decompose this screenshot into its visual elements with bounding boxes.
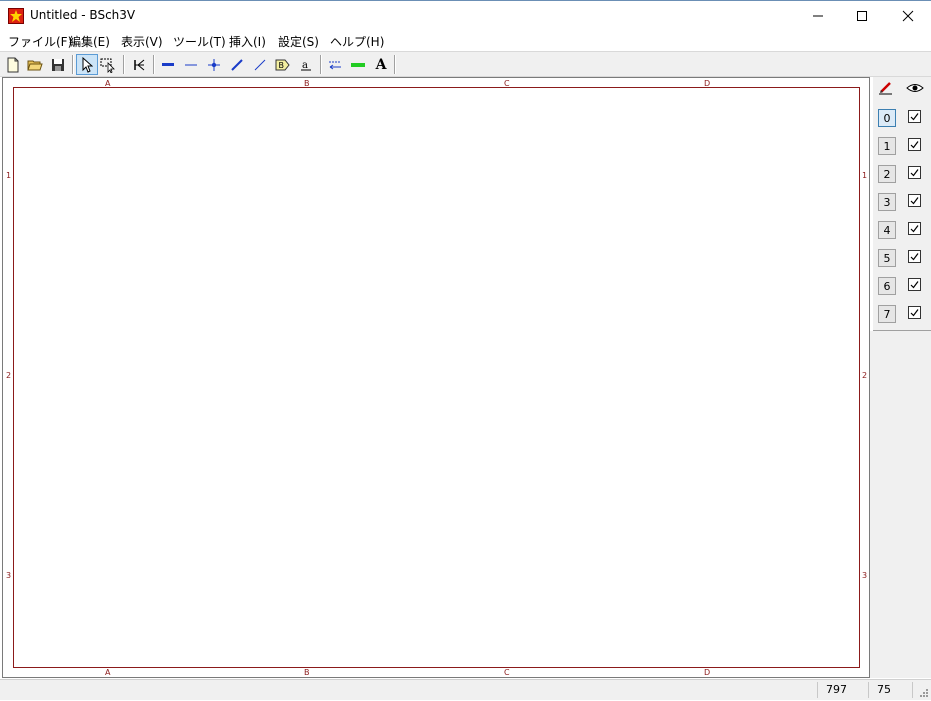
status-separator — [817, 682, 818, 698]
layer-1-visible-checkbox[interactable] — [908, 138, 921, 151]
layer-6-button[interactable]: 6 — [878, 277, 896, 295]
menu-insert[interactable]: 挿入(I) — [229, 33, 266, 50]
marker-line-icon[interactable] — [347, 54, 369, 75]
column-label-top-b: B — [304, 79, 310, 88]
layer-0-visible-checkbox[interactable] — [908, 110, 921, 123]
toolbar-separator — [153, 55, 155, 74]
pencil-edit-icon — [878, 81, 894, 98]
row-label-right-3: 3 — [862, 571, 868, 580]
tag-icon[interactable]: B — [272, 54, 294, 75]
new-file-icon[interactable] — [2, 54, 24, 75]
status-y-coordinate: 75 — [877, 683, 891, 696]
status-x-coordinate: 797 — [826, 683, 847, 696]
svg-text:a: a — [302, 60, 308, 71]
layer-5-visible-checkbox[interactable] — [908, 250, 921, 263]
wire-icon[interactable] — [180, 54, 202, 75]
layer-1-label: 1 — [883, 139, 891, 153]
menu-settings[interactable]: 設定(S) — [278, 33, 319, 50]
layer-3-visible-checkbox[interactable] — [908, 194, 921, 207]
layer-5-label: 5 — [883, 251, 891, 265]
toolbar-separator — [72, 55, 74, 74]
row-label-left-2: 2 — [6, 371, 12, 380]
title-bar: Untitled - BSch3V — [0, 0, 931, 31]
toolbar-separator — [394, 55, 396, 74]
layer-0-button[interactable]: 0 — [878, 109, 896, 127]
layer-0-label: 0 — [883, 111, 891, 125]
toolbar-separator — [123, 55, 125, 74]
column-label-bottom-a: A — [105, 668, 111, 677]
label-icon[interactable]: a — [295, 54, 317, 75]
side-panel-background — [870, 331, 931, 678]
column-label-top-c: C — [504, 79, 510, 88]
minimize-button[interactable] — [795, 1, 841, 31]
layer-2-label: 2 — [883, 167, 891, 181]
bus-entry-icon[interactable] — [226, 54, 248, 75]
layer-7-visible-checkbox[interactable] — [908, 306, 921, 319]
menu-bar: ファイル(F) 編集(E) 表示(V) ツール(T) 挿入(I) 設定(S) ヘ… — [0, 31, 931, 51]
column-label-top-d: D — [704, 79, 711, 88]
row-label-left-3: 3 — [6, 571, 12, 580]
app-logo-icon[interactable] — [8, 8, 24, 24]
text-icon[interactable]: A — [370, 54, 392, 75]
junction-icon[interactable] — [203, 54, 225, 75]
row-label-right-2: 2 — [862, 371, 868, 380]
layer-1-button[interactable]: 1 — [878, 137, 896, 155]
layer-7-button[interactable]: 7 — [878, 305, 896, 323]
layer-4-button[interactable]: 4 — [878, 221, 896, 239]
menu-help[interactable]: ヘルプ(H) — [330, 33, 384, 50]
menu-file[interactable]: ファイル(F) — [8, 33, 72, 50]
drag-select-icon[interactable] — [98, 54, 120, 75]
layer-panel: 0 1 2 3 4 5 6 7 — [873, 77, 931, 331]
column-label-bottom-b: B — [304, 668, 310, 677]
layer-4-label: 4 — [883, 223, 891, 237]
window-title: Untitled - BSch3V — [30, 8, 136, 22]
column-label-top-a: A — [105, 79, 111, 88]
comment-icon[interactable] — [324, 54, 346, 75]
wire-entry-icon[interactable] — [249, 54, 271, 75]
menu-tools[interactable]: ツール(T) — [173, 33, 226, 50]
row-label-left-1: 1 — [6, 171, 12, 180]
layer-6-visible-checkbox[interactable] — [908, 278, 921, 291]
pointer-select-icon[interactable] — [76, 54, 98, 75]
status-separator — [868, 682, 869, 698]
layer-7-label: 7 — [883, 307, 891, 321]
layer-3-label: 3 — [883, 195, 891, 209]
row-label-right-1: 1 — [862, 171, 868, 180]
maximize-button[interactable] — [839, 1, 885, 31]
toolbar-separator — [320, 55, 322, 74]
menu-edit[interactable]: 編集(E) — [69, 33, 110, 50]
svg-text:B: B — [279, 61, 285, 70]
layer-2-visible-checkbox[interactable] — [908, 166, 921, 179]
open-folder-icon[interactable] — [24, 54, 46, 75]
bus-icon[interactable] — [157, 54, 179, 75]
layer-5-button[interactable]: 5 — [878, 249, 896, 267]
close-button[interactable] — [885, 1, 931, 31]
schematic-canvas[interactable]: A B C D A B C D 1 2 3 1 2 3 — [2, 77, 870, 678]
sheet-border — [13, 87, 860, 668]
toolbar: B a A — [0, 51, 931, 77]
menu-view[interactable]: 表示(V) — [121, 33, 163, 50]
text-icon-glyph: A — [375, 56, 387, 73]
eye-visibility-icon — [906, 82, 924, 97]
layer-4-visible-checkbox[interactable] — [908, 222, 921, 235]
layer-6-label: 6 — [883, 279, 891, 293]
cross-probe-icon[interactable] — [128, 54, 150, 75]
layer-2-button[interactable]: 2 — [878, 165, 896, 183]
save-disk-icon[interactable] — [47, 54, 69, 75]
status-separator — [912, 682, 913, 698]
status-bar: 797 75 — [0, 679, 931, 700]
column-label-bottom-c: C — [504, 668, 510, 677]
layer-3-button[interactable]: 3 — [878, 193, 896, 211]
resize-grip-icon[interactable] — [917, 686, 929, 701]
column-label-bottom-d: D — [704, 668, 711, 677]
